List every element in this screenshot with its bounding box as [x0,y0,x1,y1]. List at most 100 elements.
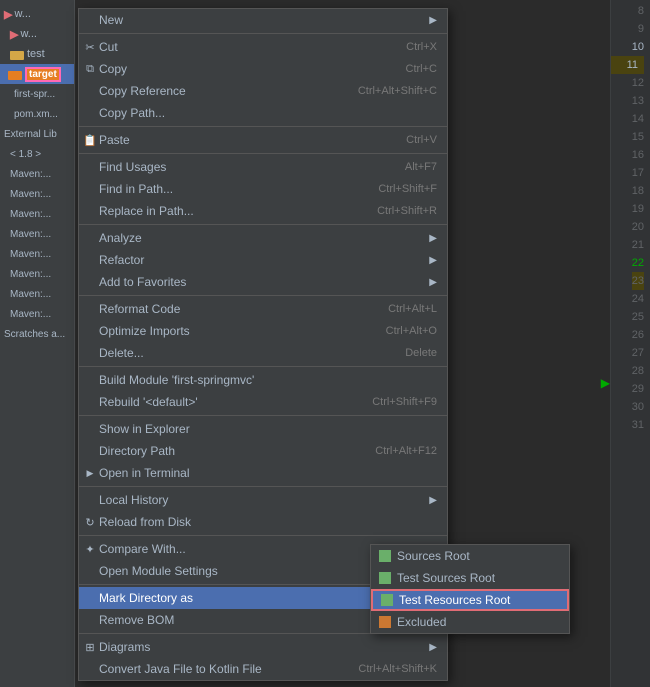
divider-4 [79,224,447,225]
menu-item-cut-label: Cut [99,40,118,54]
menu-item-add-favorites-label: Add to Favorites [99,275,186,289]
sidebar-item-test: test [0,44,74,64]
submenu-arrow-refactor: ▶ [429,255,437,266]
divider-1 [79,33,447,34]
sidebar-item-maven6: Maven:... [0,264,74,284]
sidebar-item-first: first-spr... [0,84,74,104]
menu-item-open-terminal-label: Open in Terminal [99,466,190,480]
menu-item-open-module-settings-label: Open Module Settings [99,564,218,578]
sidebar-item-maven8: Maven:... [0,304,74,324]
menu-item-show-explorer[interactable]: Show in Explorer [79,418,447,440]
menu-item-analyze-label: Analyze [99,231,142,245]
find-usages-shortcut: Alt+F7 [405,161,437,173]
submenu-item-excluded[interactable]: Excluded [371,611,569,633]
menu-item-paste-label: Paste [99,133,130,147]
submenu-item-test-resources-root-label: Test Resources Root [399,593,510,607]
divider-6 [79,366,447,367]
sidebar-item-maven2: Maven:... [0,184,74,204]
menu-item-copy-path[interactable]: Copy Path... [79,102,447,124]
sidebar-item-w1: ▶ w... [0,4,74,24]
menu-item-delete[interactable]: Delete... Delete [79,342,447,364]
submenu-item-test-sources-root-label: Test Sources Root [397,571,495,585]
menu-item-delete-label: Delete... [99,346,144,360]
submenu-arrow-local-history: ▶ [429,495,437,506]
sidebar-item-maven7: Maven:... [0,284,74,304]
menu-item-remove-bom-label: Remove BOM [99,613,174,627]
sidebar-item-maven3: Maven:... [0,204,74,224]
submenu-arrow-diagrams: ▶ [429,642,437,653]
menu-item-copy-reference-label: Copy Reference [99,84,186,98]
sources-root-color-box [379,550,391,562]
divider-8 [79,486,447,487]
sidebar-item-maven5: Maven:... [0,244,74,264]
arrow-icon-2: ▶ [10,28,18,41]
menu-item-reload-disk-label: Reload from Disk [99,515,191,529]
menu-item-reformat-code[interactable]: Reformat Code Ctrl+Alt+L [79,298,447,320]
menu-item-copy-path-label: Copy Path... [99,106,165,120]
menu-item-new[interactable]: New ▶ [79,9,447,31]
menu-item-diagrams-label: Diagrams [99,640,150,654]
menu-item-directory-path-label: Directory Path [99,444,175,458]
menu-item-replace-in-path-label: Replace in Path... [99,204,194,218]
test-sources-root-color-box [379,572,391,584]
menu-item-paste[interactable]: 📋 Paste Ctrl+V [79,129,447,151]
menu-item-copy-reference[interactable]: Copy Reference Ctrl+Alt+Shift+C [79,80,447,102]
optimize-imports-shortcut: Ctrl+Alt+O [386,325,437,337]
menu-item-mark-directory-label: Mark Directory as [99,591,193,605]
menu-item-build-module[interactable]: Build Module 'first-springmvc' [79,369,447,391]
menu-item-optimize-imports-label: Optimize Imports [99,324,190,338]
submenu-item-sources-root[interactable]: Sources Root [371,545,569,567]
menu-item-refactor-label: Refactor [99,253,144,267]
menu-item-convert-java[interactable]: Convert Java File to Kotlin File Ctrl+Al… [79,658,447,680]
compare-icon: ✦ [83,543,97,556]
menu-item-cut[interactable]: ✂ Cut Ctrl+X [79,36,447,58]
reformat-code-shortcut: Ctrl+Alt+L [388,303,437,315]
menu-item-diagrams[interactable]: ⊞ Diagrams ▶ [79,636,447,658]
terminal-icon: ▶ [83,468,97,479]
rebuild-shortcut: Ctrl+Shift+F9 [372,396,437,408]
menu-item-add-favorites[interactable]: Add to Favorites ▶ [79,271,447,293]
menu-item-reformat-code-label: Reformat Code [99,302,180,316]
copy-reference-shortcut: Ctrl+Alt+Shift+C [358,85,437,97]
sidebar-item-maven1: Maven:... [0,164,74,184]
menu-item-replace-in-path[interactable]: Replace in Path... Ctrl+Shift+R [79,200,447,222]
submenu-item-sources-root-label: Sources Root [397,549,470,563]
menu-item-local-history-label: Local History [99,493,168,507]
diagrams-icon: ⊞ [83,641,97,654]
delete-shortcut: Delete [405,347,437,359]
green-play-arrow: ▶ [601,376,610,390]
sidebar-scratches: Scratches a... [0,324,74,344]
menu-item-rebuild[interactable]: Rebuild '<default>' Ctrl+Shift+F9 [79,391,447,413]
submenu-item-test-resources-root[interactable]: Test Resources Root [371,589,569,611]
sidebar-item-lib0: < 1.8 > [0,144,74,164]
copy-icon: ⧉ [83,63,97,76]
menu-item-refactor[interactable]: Refactor ▶ [79,249,447,271]
menu-item-copy[interactable]: ⧉ Copy Ctrl+C [79,58,447,80]
menu-item-find-usages[interactable]: Find Usages Alt+F7 [79,156,447,178]
divider-9 [79,535,447,536]
menu-item-open-terminal[interactable]: ▶ Open in Terminal [79,462,447,484]
divider-3 [79,153,447,154]
menu-item-reload-disk[interactable]: ↻ Reload from Disk [79,511,447,533]
directory-path-shortcut: Ctrl+Alt+F12 [375,445,437,457]
copy-shortcut: Ctrl+C [406,63,437,75]
replace-in-path-shortcut: Ctrl+Shift+R [377,205,437,217]
test-resources-root-color-box [381,594,393,606]
menu-item-compare-with-label: Compare With... [99,542,186,556]
submenu-item-test-sources-root[interactable]: Test Sources Root [371,567,569,589]
menu-item-local-history[interactable]: Local History ▶ [79,489,447,511]
menu-item-find-usages-label: Find Usages [99,160,166,174]
menu-item-rebuild-label: Rebuild '<default>' [99,395,198,409]
mark-directory-submenu: Sources Root Test Sources Root Test Reso… [370,544,570,634]
submenu-arrow-favorites: ▶ [429,277,437,288]
submenu-item-excluded-label: Excluded [397,615,446,629]
sidebar-item-target[interactable]: target [0,64,74,84]
paste-shortcut: Ctrl+V [406,134,437,146]
menu-item-find-in-path[interactable]: Find in Path... Ctrl+Shift+F [79,178,447,200]
menu-item-analyze[interactable]: Analyze ▶ [79,227,447,249]
folder-icon-test [10,48,24,60]
menu-item-optimize-imports[interactable]: Optimize Imports Ctrl+Alt+O [79,320,447,342]
menu-item-build-module-label: Build Module 'first-springmvc' [99,373,254,387]
menu-item-directory-path[interactable]: Directory Path Ctrl+Alt+F12 [79,440,447,462]
target-label: target [25,67,61,82]
